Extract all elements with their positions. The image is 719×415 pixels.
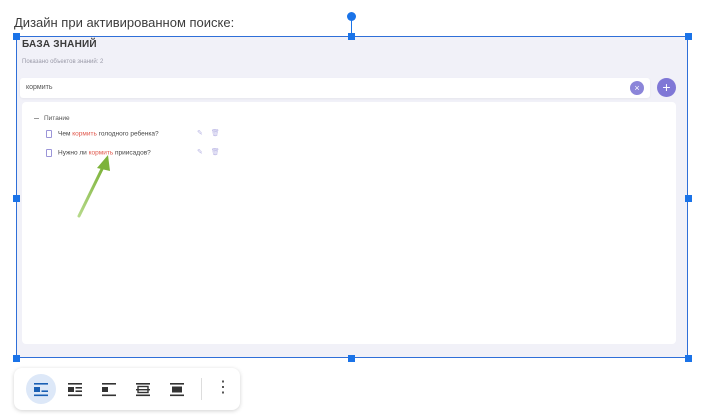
resize-handle-top[interactable]: [348, 33, 355, 40]
resize-handle-left[interactable]: [13, 195, 20, 202]
rotate-handle[interactable]: [347, 12, 356, 21]
in-front-of-text-icon: [170, 383, 184, 397]
break-text-button[interactable]: [94, 374, 124, 404]
inline-layout-button[interactable]: [26, 374, 56, 404]
resize-handle-right[interactable]: [685, 195, 692, 202]
in-front-of-text-button[interactable]: [162, 374, 192, 404]
resize-handle-top-right[interactable]: [685, 33, 692, 40]
resize-handle-bottom-left[interactable]: [13, 355, 20, 362]
behind-text-icon: [136, 383, 150, 397]
page-caption: Дизайн при активированном поиске:: [14, 15, 235, 30]
behind-text-button[interactable]: [128, 374, 158, 404]
resize-handle-bottom-right[interactable]: [685, 355, 692, 362]
selection-frame: [16, 36, 688, 358]
image-layout-toolbar: ⋮: [14, 368, 240, 410]
inline-layout-icon: [34, 383, 48, 397]
resize-handle-top-left[interactable]: [13, 33, 20, 40]
more-options-icon[interactable]: ⋮: [213, 374, 233, 404]
wrap-text-button[interactable]: [60, 374, 90, 404]
break-text-icon: [102, 383, 116, 397]
toolbar-divider: [201, 378, 202, 400]
wrap-text-icon: [68, 383, 82, 397]
resize-handle-bottom[interactable]: [348, 355, 355, 362]
